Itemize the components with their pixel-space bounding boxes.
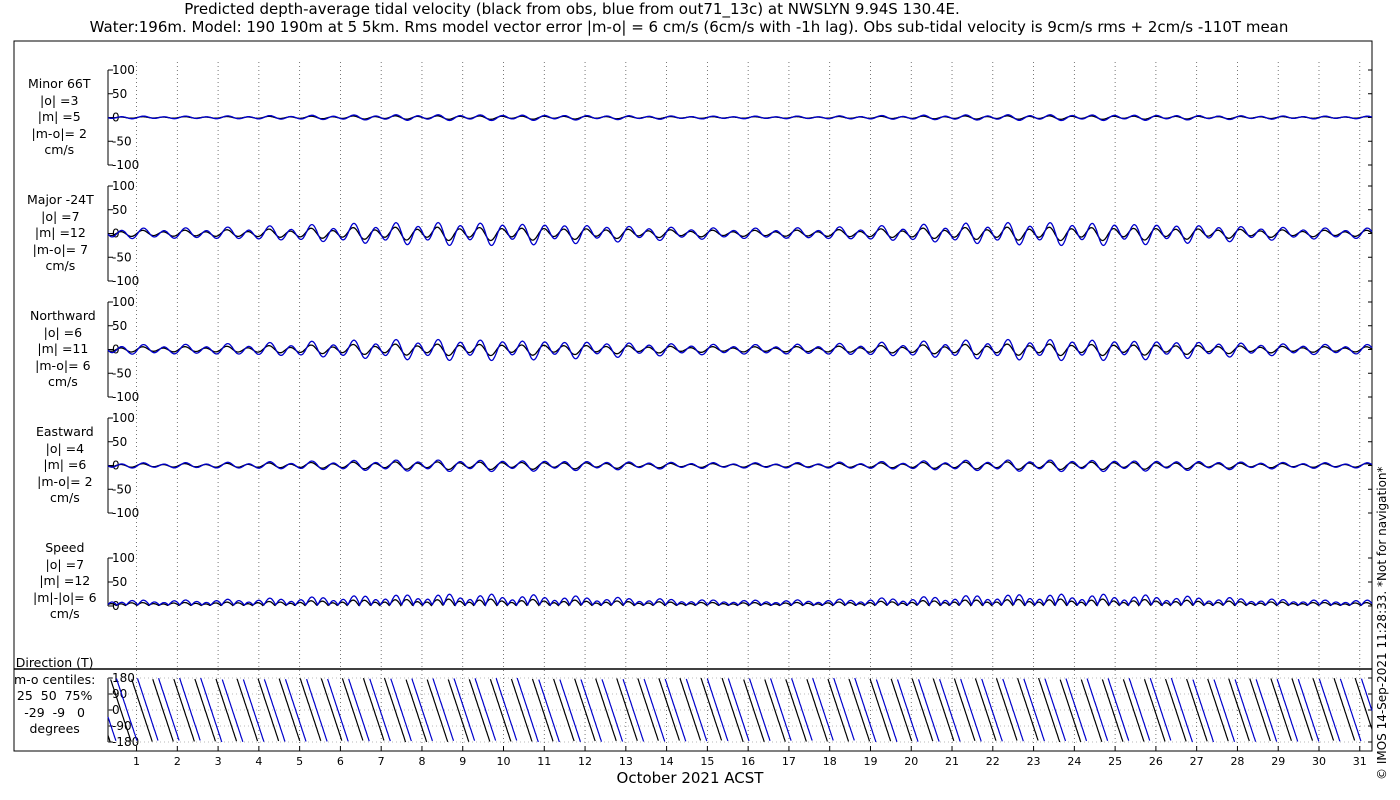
x-tick-label: 5: [296, 755, 303, 768]
y-tick-label: -50: [112, 250, 132, 264]
x-tick-label: 24: [1067, 755, 1081, 768]
x-tick-label: 19: [863, 755, 877, 768]
y-tick-label: -50: [112, 366, 132, 380]
y-tick-label: 0: [112, 599, 120, 613]
x-tick-label: 18: [823, 755, 837, 768]
x-tick-label: 4: [255, 755, 262, 768]
y-tick-label: 100: [112, 551, 135, 565]
y-tick-label: 0: [112, 703, 120, 717]
y-tick-label: 180: [112, 671, 135, 685]
x-tick-label: 13: [619, 755, 633, 768]
x-tick-label: 29: [1271, 755, 1285, 768]
x-tick-label: 26: [1149, 755, 1163, 768]
x-tick-label: 28: [1230, 755, 1244, 768]
x-tick-label: 12: [578, 755, 592, 768]
x-axis-label: October 2021 ACST: [616, 769, 764, 787]
y-tick-label: -100: [112, 390, 139, 404]
x-tick-label: 11: [537, 755, 551, 768]
model-series-line: [107, 114, 1373, 122]
x-tick-label: 15: [700, 755, 714, 768]
y-tick-label: 50: [112, 319, 127, 333]
y-tick-label: 50: [112, 435, 127, 449]
y-tick-label: -100: [112, 506, 139, 520]
x-tick-label: 21: [945, 755, 959, 768]
x-tick-label: 1: [133, 755, 140, 768]
x-tick-label: 9: [459, 755, 466, 768]
credit-label: © IMOS 14-Sep-2021 11:28:33. *Not for na…: [1375, 466, 1389, 780]
x-tick-label: 3: [215, 755, 222, 768]
plot-frame: [13, 40, 1373, 752]
x-tick-label: 27: [1190, 755, 1204, 768]
y-tick-label: 50: [112, 575, 127, 589]
y-tick-label: 100: [112, 63, 135, 77]
y-tick-label: -50: [112, 482, 132, 496]
model-series-line: [107, 221, 1373, 247]
model-series-line: [107, 338, 1373, 362]
y-tick-label: 100: [112, 295, 135, 309]
x-tick-label: 25: [1108, 755, 1122, 768]
tidal-velocity-chart: 100500-50-100100500-50-100100500-50-1001…: [13, 40, 1373, 768]
x-tick-label: 17: [782, 755, 796, 768]
x-tick-label: 22: [986, 755, 1000, 768]
x-tick-label: 30: [1312, 755, 1326, 768]
x-tick-label: 10: [497, 755, 511, 768]
y-tick-label: 100: [112, 179, 135, 193]
x-tick-label: 23: [1027, 755, 1041, 768]
y-tick-label: 100: [112, 411, 135, 425]
x-tick-label: 14: [660, 755, 674, 768]
y-tick-label: 50: [112, 203, 127, 217]
x-tick-label: 2: [174, 755, 181, 768]
x-tick-label: 31: [1353, 755, 1367, 768]
y-tick-label: -100: [112, 158, 139, 172]
x-tick-label: 8: [418, 755, 425, 768]
x-tick-label: 20: [904, 755, 918, 768]
y-tick-label: -100: [112, 274, 139, 288]
credit-text: © IMOS 14-Sep-2021 11:28:33. *Not for na…: [1375, 466, 1389, 780]
x-tick-label: 7: [378, 755, 385, 768]
x-tick-label: 6: [337, 755, 344, 768]
x-tick-label: 16: [741, 755, 755, 768]
y-tick-label: 50: [112, 87, 127, 101]
y-tick-label: -50: [112, 134, 132, 148]
